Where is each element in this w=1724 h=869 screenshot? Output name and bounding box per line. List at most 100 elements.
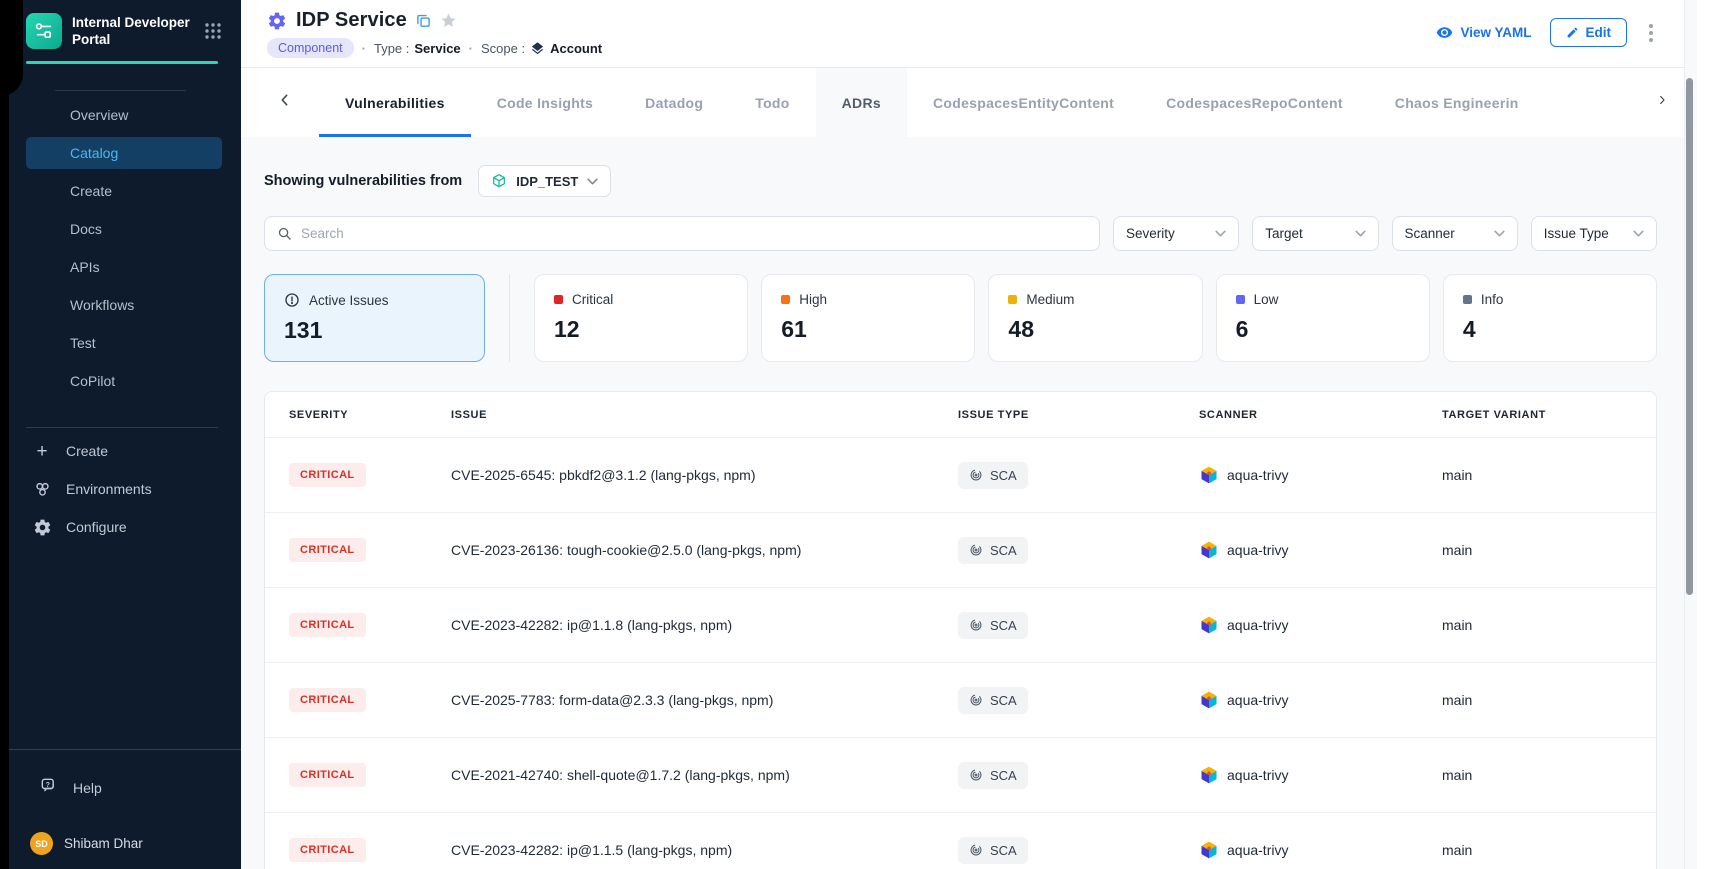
fingerprint-icon — [969, 468, 983, 482]
sidebar-item-apis[interactable]: APIs — [26, 251, 222, 283]
table-row[interactable]: CRITICAL CVE-2025-7783: form-data@2.3.3 … — [265, 662, 1656, 737]
column-severity: SEVERITY — [265, 409, 451, 421]
chevron-down-icon — [1215, 230, 1226, 237]
type-label: Type : — [374, 41, 409, 56]
severity-filter-dropdown[interactable]: Severity — [1113, 216, 1239, 251]
tab-codespaces-repo-content[interactable]: CodespacesRepoContent — [1140, 68, 1369, 137]
sidebar-item-docs[interactable]: Docs — [26, 213, 222, 245]
layers-icon — [530, 41, 545, 56]
sidebar-item-overview[interactable]: Overview — [26, 99, 222, 131]
critical-label: Critical — [572, 292, 613, 307]
tabs-scroll-right-icon[interactable] — [1654, 92, 1670, 108]
info-count: 4 — [1463, 316, 1637, 343]
more-options-kebab-icon[interactable] — [1645, 20, 1657, 46]
scanner-cell: aqua-trivy — [1199, 540, 1442, 560]
fingerprint-icon — [969, 618, 983, 632]
table-row[interactable]: CRITICAL CVE-2023-42282: ip@1.1.8 (lang-… — [265, 587, 1656, 662]
issue-type-chip: SCA — [958, 462, 1028, 489]
high-dot — [781, 295, 790, 304]
column-scanner: SCANNER — [1199, 409, 1442, 421]
low-label: Low — [1254, 292, 1279, 307]
workflow-logo-icon — [33, 20, 55, 42]
sidebar-action-environments[interactable]: Environments — [19, 474, 222, 504]
table-row[interactable]: CRITICAL CVE-2023-42282: ip@1.1.5 (lang-… — [265, 812, 1656, 869]
sidebar-divider — [55, 90, 186, 91]
tab-adrs[interactable]: ADRs — [816, 68, 907, 137]
sidebar-nav: Overview Catalog Create Docs APIs Workfl… — [0, 99, 241, 397]
issue-type-chip: SCA — [958, 687, 1028, 714]
copy-icon[interactable] — [416, 13, 431, 28]
view-yaml-link[interactable]: View YAML — [1436, 24, 1531, 41]
active-issues-card[interactable]: Active Issues 131 — [264, 274, 485, 362]
issue-cell: CVE-2025-6545: pbkdf2@3.1.2 (lang-pkgs, … — [451, 467, 958, 483]
portal-title: Internal Developer Portal — [72, 14, 203, 48]
user-menu[interactable]: SD Shibam Dhar — [0, 799, 241, 869]
source-dropdown[interactable]: IDP_TEST — [478, 165, 611, 197]
tab-vulnerabilities[interactable]: Vulnerabilities — [319, 68, 471, 137]
low-card[interactable]: Low 6 — [1216, 274, 1430, 362]
tab-codespaces-entity-content[interactable]: CodespacesEntityContent — [907, 68, 1140, 137]
avatar: SD — [30, 832, 53, 855]
vertical-scrollbar-thumb[interactable] — [1686, 78, 1693, 595]
medium-card[interactable]: Medium 48 — [988, 274, 1202, 362]
filter-label: Target — [1265, 226, 1303, 241]
sidebar-item-workflows[interactable]: Workflows — [26, 289, 222, 321]
target-variant-cell: main — [1442, 542, 1656, 558]
trivy-scanner-icon — [1199, 840, 1219, 860]
scope-value: Account — [550, 41, 602, 56]
table-row[interactable]: CRITICAL CVE-2023-26136: tough-cookie@2.… — [265, 512, 1656, 587]
apps-grid-icon[interactable] — [203, 21, 223, 41]
edit-button-label: Edit — [1586, 25, 1612, 40]
medium-count: 48 — [1008, 316, 1182, 343]
target-filter-dropdown[interactable]: Target — [1252, 216, 1378, 251]
tab-datadog[interactable]: Datadog — [619, 68, 729, 137]
sidebar-item-copilot[interactable]: CoPilot — [26, 365, 222, 397]
help-chat-icon: ? — [39, 776, 59, 799]
scanner-cell: aqua-trivy — [1199, 465, 1442, 485]
star-icon[interactable] — [440, 12, 457, 29]
edit-button[interactable]: Edit — [1550, 18, 1628, 47]
scanner-filter-dropdown[interactable]: Scanner — [1392, 216, 1518, 251]
eye-icon — [1436, 24, 1453, 41]
plus-icon: + — [32, 441, 52, 461]
fingerprint-icon — [969, 693, 983, 707]
fingerprint-icon — [969, 843, 983, 857]
scanner-cell: aqua-trivy — [1199, 765, 1442, 785]
entity-kind-badge[interactable]: Component — [267, 38, 354, 58]
sidebar-footer: ? Help SD Shibam Dhar — [0, 749, 241, 869]
sidebar-action-create[interactable]: + Create — [19, 436, 222, 466]
critical-count: 12 — [554, 316, 728, 343]
tab-code-insights[interactable]: Code Insights — [471, 68, 619, 137]
window-edge-artifact — [0, 0, 9, 869]
cube-icon — [491, 173, 507, 189]
tab-chaos-engineering[interactable]: Chaos Engineerin — [1369, 68, 1545, 137]
column-issue-type: ISSUE TYPE — [958, 409, 1199, 421]
vulnerabilities-table: SEVERITY ISSUE ISSUE TYPE SCANNER TARGET… — [264, 391, 1657, 869]
critical-card[interactable]: Critical 12 — [534, 274, 748, 362]
view-yaml-label: View YAML — [1460, 25, 1531, 40]
svg-text:?: ? — [46, 781, 50, 789]
high-card[interactable]: High 61 — [761, 274, 975, 362]
info-label: Info — [1481, 292, 1504, 307]
entity-header: IDP Service Component · Type : Service · — [241, 0, 1684, 68]
search-input[interactable] — [301, 226, 1087, 241]
active-issues-count: 131 — [284, 317, 465, 344]
sidebar-item-catalog[interactable]: Catalog — [26, 137, 222, 169]
trivy-scanner-icon — [1199, 540, 1219, 560]
table-row[interactable]: CRITICAL CVE-2021-42740: shell-quote@1.7… — [265, 737, 1656, 812]
issue-type-chip: SCA — [958, 537, 1028, 564]
info-card[interactable]: Info 4 — [1443, 274, 1657, 362]
portal-logo[interactable] — [26, 13, 62, 49]
sidebar-header: Internal Developer Portal — [0, 0, 241, 49]
tab-todo[interactable]: Todo — [729, 68, 815, 137]
issue-type-filter-dropdown[interactable]: Issue Type — [1531, 216, 1657, 251]
sidebar-item-create[interactable]: Create — [26, 175, 222, 207]
trivy-scanner-icon — [1199, 765, 1219, 785]
sidebar-item-test[interactable]: Test — [26, 327, 222, 359]
issue-cell: CVE-2023-26136: tough-cookie@2.5.0 (lang… — [451, 542, 958, 558]
issue-cell: CVE-2021-42740: shell-quote@1.7.2 (lang-… — [451, 767, 958, 783]
table-row[interactable]: CRITICAL CVE-2025-6545: pbkdf2@3.1.2 (la… — [265, 437, 1656, 512]
help-button[interactable]: ? Help — [0, 750, 241, 799]
sidebar-action-configure[interactable]: Configure — [19, 512, 222, 542]
high-label: High — [799, 292, 827, 307]
